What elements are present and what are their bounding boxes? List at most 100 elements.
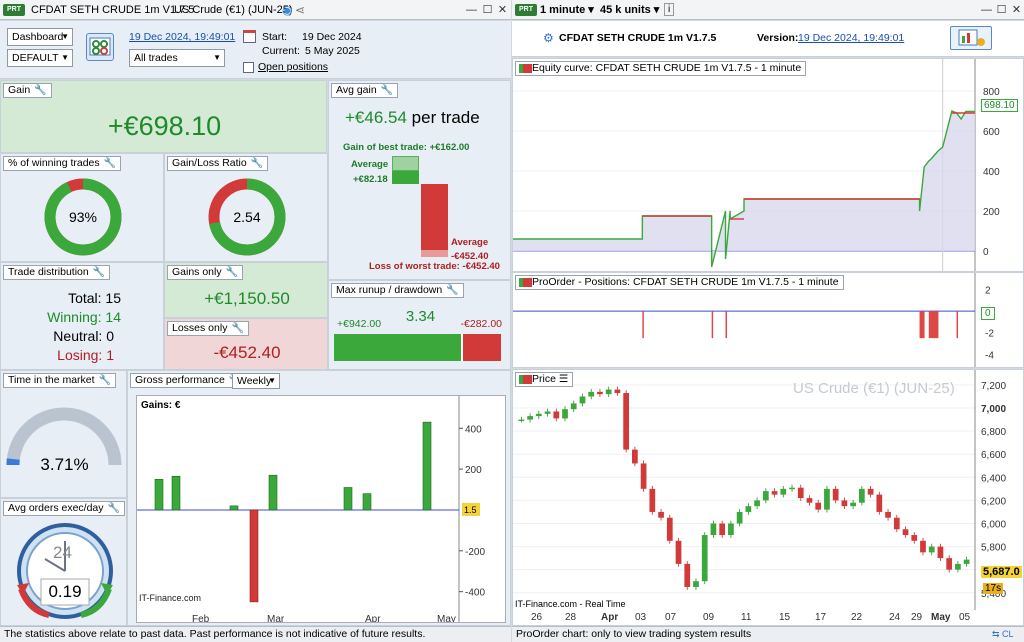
version-link[interactable]: 19 Dec 2024, 19:49:01 [129,31,235,43]
orders-panel: Avg orders exec/day 🔧 24 0.19 [0,498,127,626]
calendar-icon[interactable] [243,30,256,43]
x-tick-label: 17 [815,612,827,623]
equity-title[interactable]: Equity curve: CFDAT SETH CRUDE 1m V1.7.5… [515,61,807,76]
report-icon[interactable] [950,26,992,50]
close-icon[interactable]: ✕ [1010,4,1023,17]
wrench-icon[interactable]: 🔧 [108,502,120,515]
list-icon[interactable]: ☰ [559,373,568,385]
start-label: Start: [262,31,288,43]
y-tick-label: 6,400 [981,473,1006,484]
strategy-name: CFDAT SETH CRUDE 1m V1.7.5 [559,32,717,44]
orders-title[interactable]: Avg orders exec/day 🔧 [3,501,125,516]
link-chain-icon[interactable]: ◉ [282,0,292,20]
y-tick-label: 6,800 [981,427,1006,438]
positions-title[interactable]: ProOrder - Positions: CFDAT SETH CRUDE 1… [515,275,844,290]
y-tick-label: 5,800 [981,543,1006,554]
x-tick-label: 11 [741,612,752,623]
wrench-icon[interactable]: 🔧 [446,284,458,297]
gains-label: Gains: € [141,400,181,411]
gains-only-title[interactable]: Gains only 🔧 [167,265,244,280]
right-header: ⚙ CFDAT SETH CRUDE 1m V1.7.5 Version: 19… [512,21,1024,57]
x-tick-label: May [437,614,456,623]
report-icon[interactable] [86,33,114,61]
gross-perf-chart: 400 200 -200 -400 Gains: € 1.5 IT-Finance.com F… [136,395,506,623]
x-tick-label: 24 [889,612,901,623]
units-select[interactable]: 45 k units ▾ [600,0,659,20]
time-market-value: 3.71% [40,455,89,474]
gross-perf-title[interactable]: Gross performance🔧 [130,373,247,388]
gain-panel: Gain 🔧 +€698.10 [0,80,327,153]
y-tick-label: 200 [983,207,1000,218]
wrench-icon[interactable]: 🔧 [251,157,263,170]
minimize-icon[interactable]: — [465,4,478,17]
position-bar [642,311,644,339]
y-tick-label: -400 [465,588,485,599]
wrench-icon[interactable]: 🔧 [231,322,243,335]
wrench-icon[interactable]: 🔧 [99,374,111,387]
candle-body [815,502,822,510]
share-icon[interactable]: ⋖ [295,0,305,20]
timeframe-select[interactable]: 1 minute ▾ [540,0,594,20]
worst-trade-text: Loss of worst trade: -€452.40 [369,261,500,272]
left-titlebar: PRT CFDAT SETH CRUDE 1m V1.7.5 US Crude … [0,0,511,20]
right-version-link[interactable]: 19 Dec 2024, 19:49:01 [798,32,904,44]
y-tick-label: 200 [465,465,482,476]
cl-icon[interactable]: ⇆ CL [992,627,1014,642]
strategy-network-icon: ⚙ [543,31,554,45]
candle-body [527,416,533,420]
info-icon[interactable]: i [664,3,675,16]
bar [362,493,372,511]
winning-title[interactable]: % of winning trades 🔧 [3,156,122,171]
open-positions-checkbox[interactable] [243,62,254,73]
strategy-title: CFDAT SETH CRUDE 1m V1.7.5 [31,4,195,16]
trades-select[interactable]: All trades ▼ [129,49,225,67]
maximize-icon[interactable]: ☐ [481,4,494,17]
candle-body [762,491,769,501]
default-select[interactable]: DEFAULT ▼ [7,49,73,67]
source-label: IT-Finance.com [139,593,201,603]
avg-gain-panel: Avg gain 🔧 +€46.54 per trade Gain of best… [328,80,511,280]
x-tick-label: 09 [703,612,715,623]
candle-body [518,419,525,422]
bar [229,505,239,511]
dashboard-select[interactable]: Dashboard ▼ [7,28,73,46]
price-title[interactable]: Price ☰ [515,372,574,387]
period-select[interactable]: Weekly ▼ [232,373,280,389]
equity-badge: 698.10 [981,99,1018,112]
wrench-icon[interactable]: 🔧 [93,266,105,279]
candle-body [841,500,848,507]
candle-body [728,523,734,536]
candle-body [579,396,586,404]
orders-hours: 24 [53,543,72,562]
losses-only-title[interactable]: Losses only 🔧 [167,321,249,336]
candle-body [850,502,856,507]
open-positions-label[interactable]: Open positions [258,61,328,73]
best-trade-text: Gain of best trade: +€162.00 [343,142,470,153]
wrench-icon[interactable]: 🔧 [104,157,116,170]
wrench-icon[interactable]: 🔧 [34,84,46,97]
runup-title[interactable]: Max runup / drawdown 🔧 [331,283,464,298]
maximize-icon[interactable]: ☐ [995,4,1008,17]
ratio-title[interactable]: Gain/Loss Ratio 🔧 [167,156,269,171]
equity-panel: 800 600 400 200 0 Equity curve: CFDAT SETH C… [512,58,1024,272]
x-tick-label: Apr [601,612,618,623]
wrench-icon[interactable]: 🔧 [226,266,238,279]
gain-title[interactable]: Gain 🔧 [3,83,52,98]
minimize-icon[interactable]: — [980,4,993,17]
distribution-title[interactable]: Trade distribution 🔧 [3,265,111,280]
wrench-icon[interactable]: 🔧 [381,84,393,97]
current-label: Current: [262,45,300,57]
position-bar [956,311,959,339]
time-market-title[interactable]: Time in the market 🔧 [3,373,117,388]
distribution-total: Total: 15 [68,290,121,306]
price-timer: 17s [983,583,1004,594]
bar [422,421,432,511]
candle-body [597,391,603,395]
candle-body [535,413,542,417]
candle-body [553,411,560,419]
close-icon[interactable]: ✕ [496,4,509,17]
candle-body [745,506,752,512]
x-tick-label: 28 [565,612,577,623]
avg-gain-title[interactable]: Avg gain 🔧 [331,83,399,98]
average-value-top: +€82.18 [353,174,388,185]
